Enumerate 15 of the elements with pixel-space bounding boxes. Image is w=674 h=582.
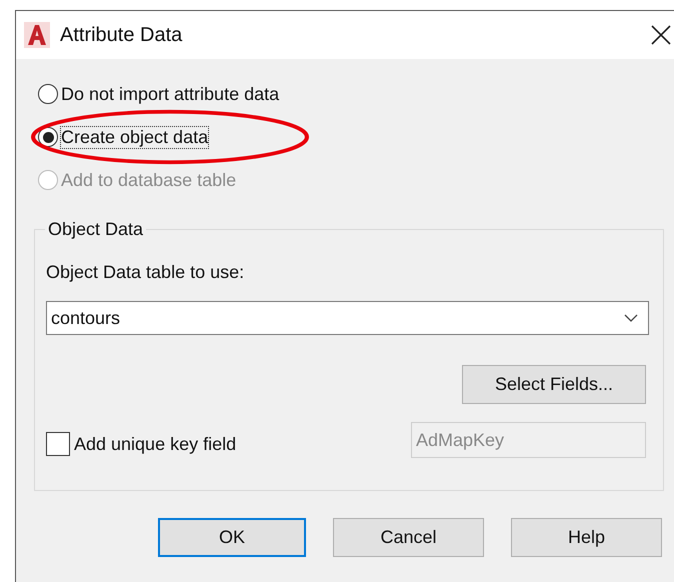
window-title: Attribute Data [60,24,182,46]
checkbox[interactable] [46,432,70,456]
dialog-button[interactable]: Cancel [333,518,484,557]
dialog-button[interactable]: Help [511,518,662,557]
table-dropdown[interactable]: contours [46,301,649,335]
group-title: Object Data [45,219,146,240]
dialog-button[interactable]: OK [158,518,306,557]
checkbox-label[interactable]: Add unique key field [74,434,236,454]
app-logo-icon [24,22,50,48]
close-icon[interactable] [650,24,672,46]
chevron-down-icon [624,314,638,322]
field-label: Object Data table to use: [46,262,246,283]
radio-label[interactable]: Do not import attribute data [61,84,280,104]
radio-button[interactable] [38,84,58,104]
select-fields-button[interactable]: Select Fields... [462,365,646,404]
